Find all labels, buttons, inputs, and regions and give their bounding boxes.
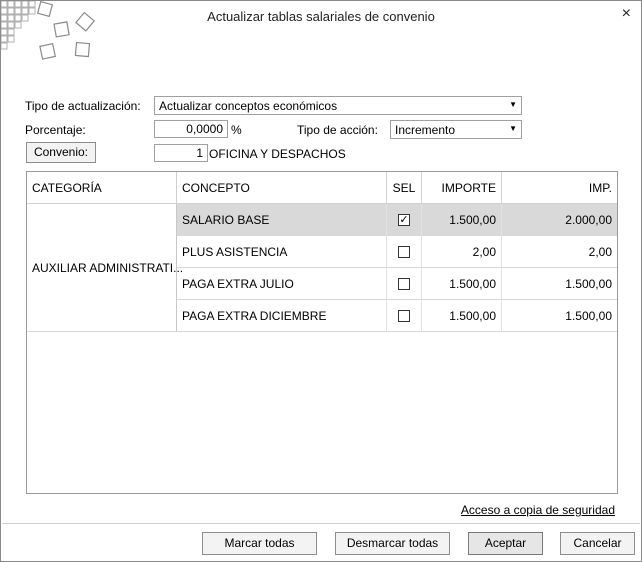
column-header-importe[interactable]: IMPORTE bbox=[422, 172, 502, 204]
imp-actualizado-cell: 1.500,00 bbox=[502, 268, 617, 300]
importe-cell: 1.500,00 bbox=[422, 300, 502, 332]
dialog-window: Actualizar tablas salariales de convenio… bbox=[0, 0, 642, 562]
importe-cell: 2,00 bbox=[422, 236, 502, 268]
sel-cell bbox=[387, 300, 422, 332]
footer-divider bbox=[2, 523, 640, 524]
close-icon[interactable]: × bbox=[622, 5, 631, 23]
convenio-code-input[interactable]: 1 bbox=[154, 144, 208, 162]
imp-actualizado-cell: 2,00 bbox=[502, 236, 617, 268]
row-checkbox[interactable] bbox=[398, 278, 410, 290]
sel-cell: ✓ bbox=[387, 204, 422, 236]
row-checkbox[interactable] bbox=[398, 310, 410, 322]
concepto-cell: PLUS ASISTENCIA bbox=[177, 236, 387, 268]
concepto-cell: PAGA EXTRA DICIEMBRE bbox=[177, 300, 387, 332]
backup-link[interactable]: Acceso a copia de seguridad bbox=[461, 503, 615, 517]
cancelar-button[interactable]: Cancelar bbox=[560, 532, 635, 555]
tipo-accion-select[interactable]: Incremento ▼ bbox=[390, 120, 522, 139]
convenio-button[interactable]: Convenio: bbox=[26, 142, 96, 163]
concepto-cell: PAGA EXTRA JULIO bbox=[177, 268, 387, 300]
tipo-actualizacion-label: Tipo de actualización: bbox=[25, 99, 141, 113]
column-header-imp-actualizado[interactable]: IMP. ACTUALIZADO bbox=[502, 172, 617, 227]
tipo-actualizacion-value: Actualizar conceptos económicos bbox=[159, 99, 338, 113]
row-checkbox[interactable] bbox=[398, 246, 410, 258]
sel-cell bbox=[387, 236, 422, 268]
convenio-name: OFICINA Y DESPACHOS bbox=[209, 147, 346, 161]
sel-cell bbox=[387, 268, 422, 300]
marcar-todas-button[interactable]: Marcar todas bbox=[202, 532, 317, 555]
importe-cell: 1.500,00 bbox=[422, 204, 502, 236]
tipo-accion-value: Incremento bbox=[395, 123, 456, 137]
column-header-categoria[interactable]: CATEGORÍA bbox=[27, 172, 177, 204]
tipo-accion-label: Tipo de acción: bbox=[297, 123, 378, 137]
porcentaje-unit: % bbox=[231, 123, 242, 137]
concepto-cell: SALARIO BASE bbox=[177, 204, 387, 236]
imp-actualizado-cell: 1.500,00 bbox=[502, 300, 617, 332]
chevron-down-icon: ▼ bbox=[509, 124, 517, 133]
porcentaje-label: Porcentaje: bbox=[25, 123, 86, 137]
imp-actualizado-cell: 2.000,00 bbox=[502, 204, 617, 236]
column-header-sel[interactable]: SEL bbox=[387, 172, 422, 204]
categoria-cell[interactable]: AUXILIAR ADMINISTRATI... bbox=[27, 204, 183, 332]
chevron-down-icon: ▼ bbox=[509, 100, 517, 109]
aceptar-button[interactable]: Aceptar bbox=[468, 532, 543, 555]
porcentaje-input[interactable]: 0,0000 bbox=[154, 120, 228, 138]
tipo-actualizacion-select[interactable]: Actualizar conceptos económicos ▼ bbox=[154, 96, 522, 115]
row-checkbox[interactable]: ✓ bbox=[398, 214, 410, 226]
importe-cell: 1.500,00 bbox=[422, 268, 502, 300]
dialog-title: Actualizar tablas salariales de convenio bbox=[207, 9, 435, 24]
column-header-concepto[interactable]: CONCEPTO bbox=[177, 172, 387, 204]
desmarcar-todas-button[interactable]: Desmarcar todas bbox=[335, 532, 450, 555]
conceptos-grid: CATEGORÍA CONCEPTO SEL IMPORTE IMP. ACTU… bbox=[26, 171, 618, 494]
